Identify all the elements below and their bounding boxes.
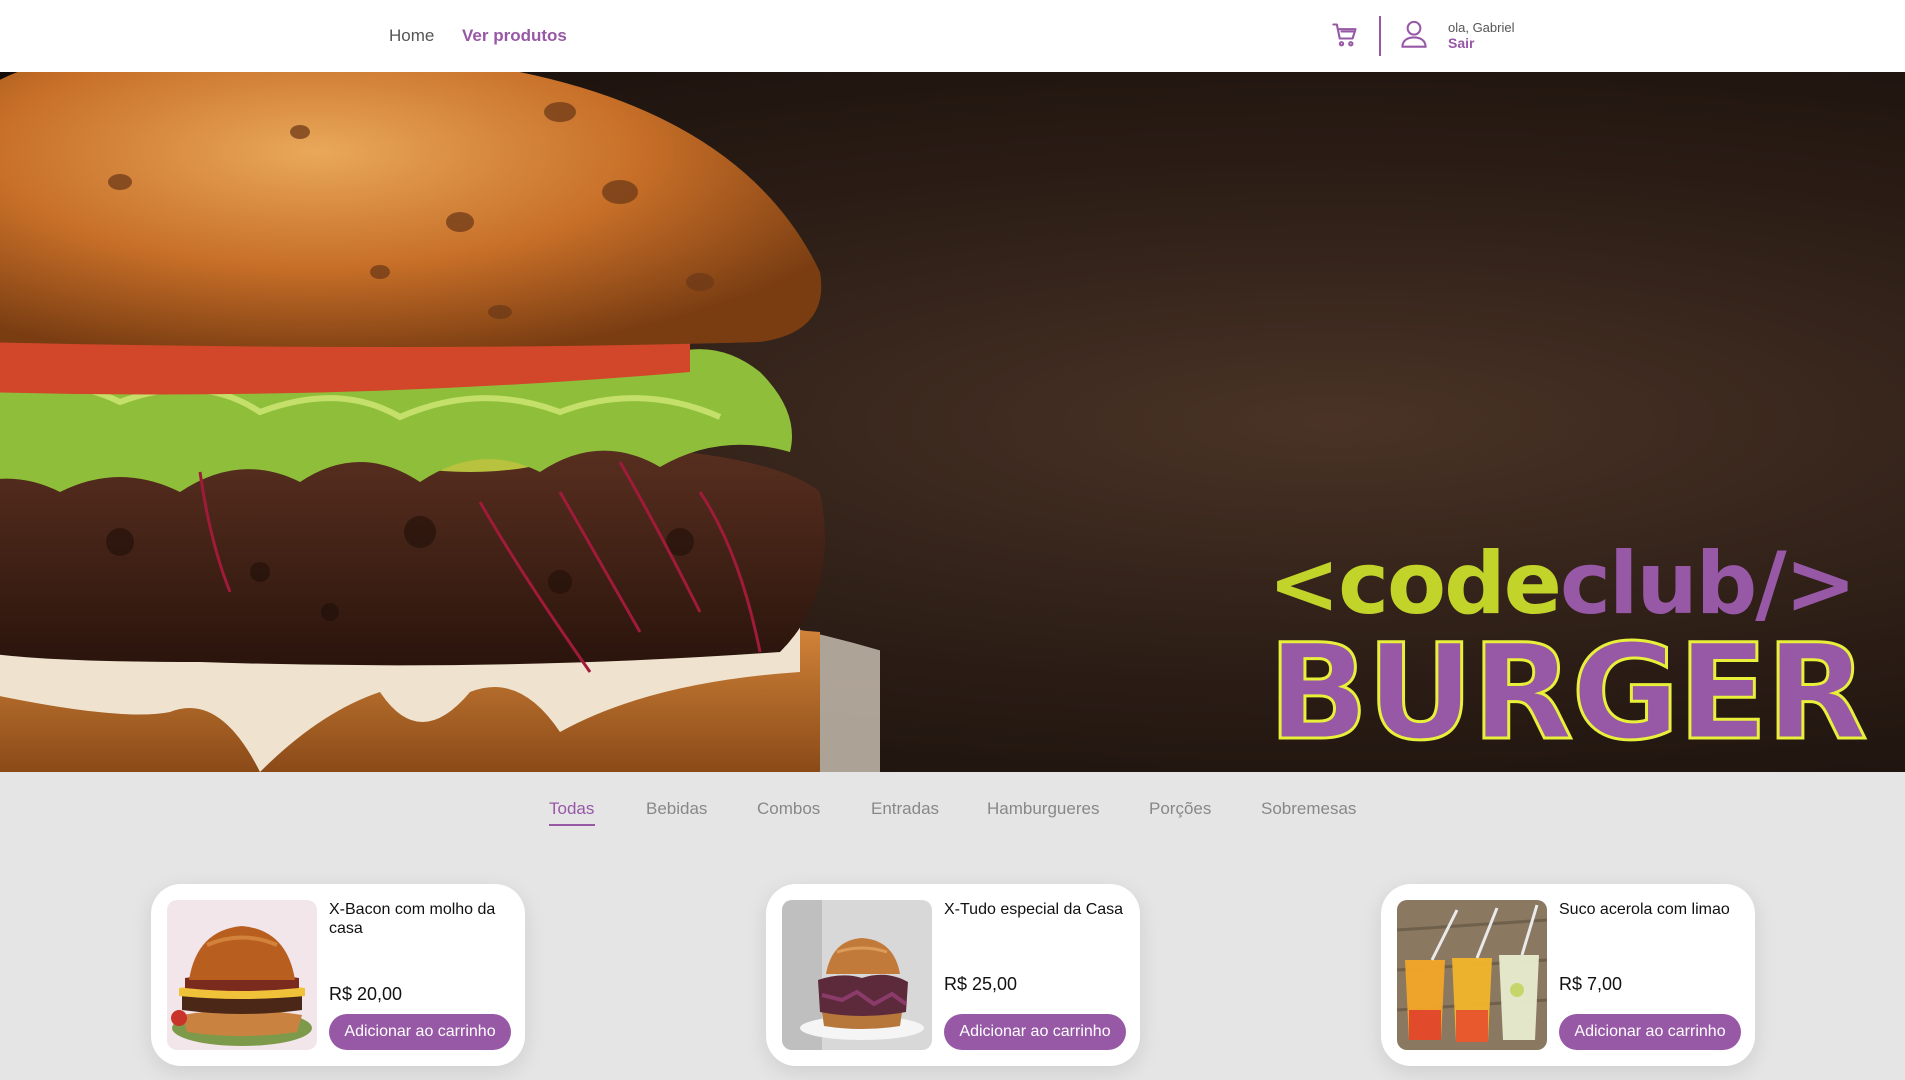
cart-icon[interactable] [1331, 21, 1359, 49]
active-tab-indicator [549, 824, 595, 826]
hero-banner: <codeclub/> BURGER [0, 72, 1905, 772]
product-image [1397, 900, 1547, 1050]
add-to-cart-button[interactable]: Adicionar ao carrinho [1559, 1014, 1741, 1050]
hero-burger-image [0, 72, 880, 772]
product-image [167, 900, 317, 1050]
category-tabs: Todas Bebidas Combos Entradas Hamburguer… [0, 772, 1905, 828]
tab-porcoes[interactable]: Porções [1149, 799, 1211, 819]
burger-logo-text: BURGER [1267, 616, 1870, 770]
logout-link[interactable]: Sair [1448, 35, 1474, 51]
product-name: X-Tudo especial da Casa [944, 901, 1124, 918]
top-navbar: Home Ver produtos ola, Gabriel Sair [0, 0, 1905, 72]
tab-entradas[interactable]: Entradas [871, 799, 939, 819]
nav-home-link[interactable]: Home [389, 26, 434, 46]
product-card: Suco acerola com limao R$ 7,00 Adicionar… [1381, 884, 1755, 1066]
product-card: X-Tudo especial da Casa R$ 25,00 Adicion… [766, 884, 1140, 1066]
user-icon [1401, 20, 1427, 48]
product-image [782, 900, 932, 1050]
nav-products-link[interactable]: Ver produtos [462, 26, 567, 46]
product-card: X-Bacon com molho da casa R$ 20,00 Adici… [151, 884, 525, 1066]
user-greeting: ola, Gabriel [1448, 20, 1515, 35]
tab-combos[interactable]: Combos [757, 799, 820, 819]
tab-hamburgueres[interactable]: Hamburgueres [987, 799, 1099, 819]
add-to-cart-button[interactable]: Adicionar ao carrinho [944, 1014, 1126, 1050]
tab-bebidas[interactable]: Bebidas [646, 799, 707, 819]
tab-sobremesas[interactable]: Sobremesas [1261, 799, 1356, 819]
product-name: X-Bacon com molho da casa [329, 901, 496, 937]
add-to-cart-button[interactable]: Adicionar ao carrinho [329, 1014, 511, 1050]
product-price: R$ 20,00 [329, 984, 403, 1004]
tab-todas[interactable]: Todas [549, 799, 594, 819]
product-name: Suco acerola com limao [1559, 901, 1730, 918]
product-price: R$ 25,00 [944, 974, 1018, 994]
header-divider [1379, 16, 1381, 56]
product-price: R$ 7,00 [1559, 974, 1623, 994]
